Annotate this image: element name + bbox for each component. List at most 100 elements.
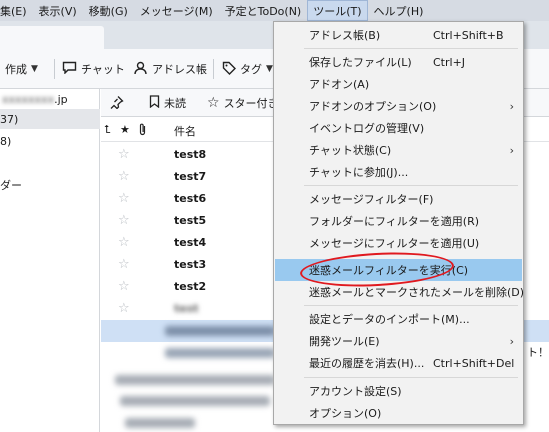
menu-item-run-junk-filter[interactable]: 迷惑メールフィルターを実行(C): [275, 259, 522, 281]
star-icon[interactable]: ☆: [118, 235, 130, 250]
address-book-button[interactable]: アドレス帳: [133, 60, 207, 78]
star-column-icon[interactable]: ★: [120, 123, 130, 136]
menu-item-label: 迷惑メールフィルターを実行(C): [309, 264, 469, 277]
menu-view[interactable]: 表示(V): [33, 0, 83, 21]
menu-item-address-book[interactable]: アドレス帳(B) Ctrl+Shift+B: [275, 24, 522, 46]
starred-label: スター付き: [223, 97, 279, 110]
menu-item-delete-junk[interactable]: 迷惑メールとマークされたメールを削除(D): [275, 281, 525, 303]
message-subject: test6: [174, 192, 207, 205]
sticky-filter-button[interactable]: [110, 95, 124, 111]
star-icon[interactable]: ☆: [118, 279, 130, 294]
menu-item-options[interactable]: オプション(O): [275, 402, 522, 424]
blurred-text: [165, 348, 275, 358]
menu-item-label: 迷惑メールとマークされたメールを削除(D): [309, 286, 525, 299]
folder-count: 8): [0, 134, 12, 148]
menu-tools[interactable]: ツール(T): [307, 0, 368, 21]
menu-message[interactable]: メッセージ(M): [134, 0, 219, 21]
tag-label: タグ: [240, 63, 262, 76]
message-subject: test2: [174, 280, 207, 293]
menu-separator: [304, 48, 518, 49]
menubar: 集(E) 表示(V) 移動(G) メッセージ(M) 予定とToDo(N) ツール…: [0, 0, 549, 21]
message-subject: test7: [174, 170, 207, 183]
star-icon[interactable]: ☆: [118, 301, 130, 316]
chat-icon: [62, 61, 77, 77]
tools-menu: アドレス帳(B) Ctrl+Shift+B 保存したファイル(L) Ctrl+J…: [273, 21, 524, 425]
chevron-down-icon[interactable]: ▼: [31, 64, 38, 74]
star-icon[interactable]: ☆: [118, 257, 130, 272]
menu-separator: [304, 305, 518, 306]
menu-item-run-filters-message[interactable]: メッセージにフィルターを適用(U): [275, 232, 522, 254]
folder-pane: xxxxxxxx .jp 37) 8) ダー: [0, 89, 100, 432]
chat-label: チャット: [81, 63, 125, 76]
star-icon[interactable]: ☆: [118, 191, 130, 206]
menu-item-label: イベントログの管理(V): [309, 122, 425, 135]
folder-inbox[interactable]: 37): [0, 109, 100, 129]
menu-item-shortcut: Ctrl+Shift+B: [433, 28, 504, 42]
menu-events-tasks[interactable]: 予定とToDo(N): [219, 0, 308, 21]
mail-tab[interactable]: [0, 26, 104, 49]
preview-fragment: ト！: [527, 346, 549, 359]
folder-label: ダー: [0, 179, 22, 192]
menu-item-join-chat[interactable]: チャットに参加(J)...: [275, 161, 522, 183]
menu-item-developer-tools[interactable]: 開発ツール(E) ›: [275, 330, 522, 352]
folder-item[interactable]: ダー: [0, 175, 100, 195]
star-icon[interactable]: ☆: [118, 147, 130, 162]
compose-button[interactable]: 作成 ▼: [5, 60, 38, 78]
menu-item-label: 設定とデータのインポート(M)...: [309, 313, 470, 326]
starred-filter-button[interactable]: ☆ スター付き: [207, 95, 279, 111]
star-icon[interactable]: ☆: [118, 213, 130, 228]
tag-icon: [222, 61, 236, 78]
address-book-icon: [133, 61, 148, 78]
message-subject: test: [174, 302, 199, 315]
blurred-text: [120, 396, 270, 406]
chevron-right-icon: ›: [509, 99, 514, 113]
thread-column-icon[interactable]: ⮤: [104, 123, 111, 137]
menu-item-label: メッセージにフィルターを適用(U): [309, 237, 480, 250]
menu-separator: [304, 377, 518, 378]
folder-item[interactable]: 8): [0, 131, 100, 151]
attachment-column-icon[interactable]: [138, 123, 147, 139]
blurred-text: [165, 326, 275, 336]
menu-item-addon-options[interactable]: アドオンのオプション(O) ›: [275, 95, 522, 117]
menu-item-chat-status[interactable]: チャット状態(C) ›: [275, 139, 522, 161]
menu-item-label: 保存したファイル(L): [309, 56, 412, 69]
menu-item-event-log[interactable]: イベントログの管理(V): [275, 117, 522, 139]
unread-label: 未読: [164, 97, 186, 110]
message-subject: test5: [174, 214, 207, 227]
menu-item-saved-files[interactable]: 保存したファイル(L) Ctrl+J: [275, 51, 522, 73]
menu-edit[interactable]: 集(E): [0, 0, 33, 21]
menu-item-run-filters-folder[interactable]: フォルダーにフィルターを適用(R): [275, 210, 522, 232]
tag-button[interactable]: タグ ▼: [222, 60, 273, 78]
menu-go[interactable]: 移動(G): [83, 0, 134, 21]
menu-item-label: チャット状態(C): [309, 144, 392, 157]
menu-item-account-settings[interactable]: アカウント設定(S): [275, 380, 522, 402]
subject-column-header[interactable]: 件名: [174, 123, 196, 139]
account-name-blurred: xxxxxxxx: [2, 92, 55, 106]
toolbar-divider: [213, 59, 214, 79]
menu-item-label: 開発ツール(E): [309, 335, 380, 348]
menu-help[interactable]: ヘルプ(H): [368, 0, 430, 21]
menu-item-import[interactable]: 設定とデータのインポート(M)...: [275, 308, 522, 330]
star-icon[interactable]: ☆: [118, 169, 130, 184]
menu-item-message-filters[interactable]: メッセージフィルター(F): [275, 188, 522, 210]
menu-item-label: 最近の履歴を消去(H)...: [309, 357, 425, 370]
menu-separator: [304, 185, 518, 186]
toolbar-divider: [54, 59, 55, 79]
unread-filter-button[interactable]: 未読: [149, 95, 186, 111]
compose-label: 作成: [5, 63, 27, 76]
chat-button[interactable]: チャット: [62, 60, 125, 78]
account-suffix: .jp: [54, 92, 68, 106]
message-subject: test3: [174, 258, 207, 271]
pin-icon: [110, 95, 124, 112]
blurred-text: [125, 418, 195, 428]
menu-item-shortcut: Ctrl+Shift+Del: [433, 356, 515, 370]
chevron-right-icon: ›: [509, 143, 514, 157]
menu-item-label: チャットに参加(J)...: [309, 166, 409, 179]
chevron-right-icon: ›: [509, 334, 514, 348]
chevron-down-icon: ▼: [266, 64, 273, 74]
star-icon: ☆: [207, 95, 220, 111]
menu-item-label: アドオンのオプション(O): [309, 100, 437, 113]
menu-item-addons[interactable]: アドオン(A): [275, 73, 522, 95]
menu-item-clear-history[interactable]: 最近の履歴を消去(H)... Ctrl+Shift+Del: [275, 352, 522, 374]
account-row[interactable]: xxxxxxxx .jp: [0, 89, 100, 109]
